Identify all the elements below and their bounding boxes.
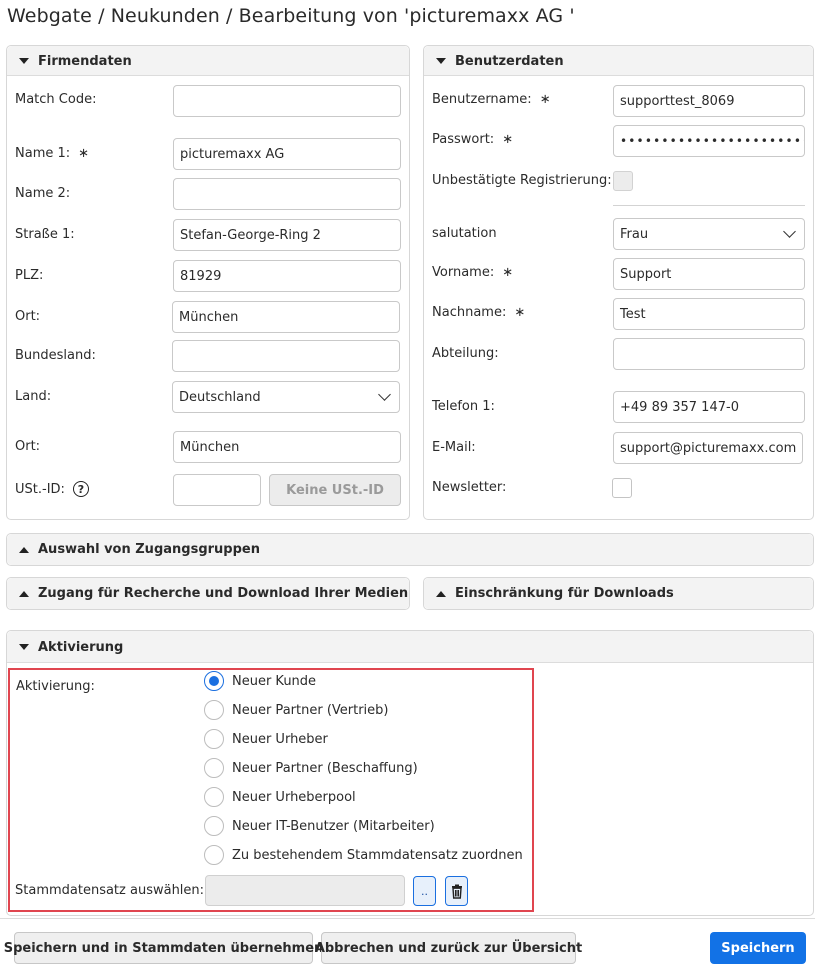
radio-label: Neuer Partner (Beschaffung) bbox=[232, 761, 418, 776]
benutzerdaten-header[interactable]: Benutzerdaten bbox=[424, 46, 813, 76]
passwort-label: Passwort: ∗ bbox=[432, 132, 514, 147]
aktivierung-header[interactable]: Aktivierung bbox=[7, 631, 813, 663]
email-label: E-Mail: bbox=[432, 440, 476, 455]
benutzername-input[interactable]: supporttest_8069 bbox=[613, 85, 805, 117]
bundesland-input[interactable] bbox=[172, 340, 400, 372]
land-label: Land: bbox=[15, 389, 52, 404]
delete-button[interactable] bbox=[445, 876, 468, 906]
telefon-label: Telefon 1: bbox=[432, 399, 495, 414]
land-value: Deutschland bbox=[179, 389, 261, 405]
salutation-label: salutation bbox=[432, 226, 497, 241]
aktivierung-label: Aktivierung: bbox=[16, 679, 95, 694]
required-icon: ∗ bbox=[502, 265, 514, 280]
collapse-arrow-icon bbox=[436, 58, 446, 64]
land-select[interactable]: Deutschland bbox=[172, 381, 400, 413]
ort2-label: Ort: bbox=[15, 439, 41, 454]
required-icon: ∗ bbox=[502, 132, 514, 147]
match-code-label: Match Code: bbox=[15, 92, 97, 107]
radio-label: Neuer Kunde bbox=[232, 674, 317, 689]
stammdaten-label: Stammdatensatz auswählen: bbox=[15, 883, 205, 898]
firmendaten-title: Firmendaten bbox=[38, 53, 132, 69]
email-input[interactable]: support@picturemaxx.com bbox=[613, 432, 803, 464]
expand-arrow-icon bbox=[19, 546, 29, 553]
match-code-input[interactable] bbox=[173, 85, 401, 117]
radio-neuer-partner-vertrieb[interactable] bbox=[204, 700, 224, 720]
help-icon[interactable]: ? bbox=[73, 481, 89, 497]
recherche-header[interactable]: Zugang für Recherche und Download Ihrer … bbox=[7, 578, 409, 609]
firmendaten-header[interactable]: Firmendaten bbox=[7, 46, 409, 76]
bundesland-label: Bundesland: bbox=[15, 348, 96, 363]
abteilung-input[interactable] bbox=[613, 338, 805, 370]
einschraenkung-title: Einschränkung für Downloads bbox=[455, 586, 674, 601]
zugangsgruppen-panel[interactable]: Auswahl von Zugangsgruppen bbox=[6, 533, 814, 566]
zugangsgruppen-title: Auswahl von Zugangsgruppen bbox=[38, 542, 260, 557]
required-icon: ∗ bbox=[539, 92, 551, 107]
zugangsgruppen-header[interactable]: Auswahl von Zugangsgruppen bbox=[7, 534, 813, 565]
vorname-label: Vorname: ∗ bbox=[432, 265, 514, 280]
telefon-input[interactable]: +49 89 357 147-0 bbox=[613, 391, 805, 423]
plz-label: PLZ: bbox=[15, 268, 44, 283]
cancel-button[interactable]: Abbrechen und zurück zur Übersicht bbox=[315, 932, 582, 964]
ort-input[interactable]: München bbox=[172, 301, 400, 333]
radio-neuer-urheber[interactable] bbox=[204, 729, 224, 749]
strasse-input[interactable]: Stefan-George-Ring 2 bbox=[173, 219, 401, 251]
page-title: Webgate / Neukunden / Bearbeitung von 'p… bbox=[7, 5, 575, 27]
save-button[interactable]: Speichern bbox=[710, 932, 806, 964]
vorname-input[interactable]: Support bbox=[613, 258, 805, 290]
benutzername-label: Benutzername: ∗ bbox=[432, 92, 551, 107]
name1-label: Name 1: ∗ bbox=[15, 146, 90, 161]
expand-arrow-icon bbox=[19, 590, 29, 597]
chevron-down-icon bbox=[378, 388, 391, 401]
strasse-label: Straße 1: bbox=[15, 227, 75, 242]
unbestaetigt-label: Unbestätigte Registrierung: bbox=[432, 173, 612, 188]
unbestaetigt-checkbox[interactable] bbox=[613, 171, 633, 191]
nachname-input[interactable]: Test bbox=[613, 298, 805, 330]
radio-label: Neuer IT-Benutzer (Mitarbeiter) bbox=[232, 819, 435, 834]
collapse-arrow-icon bbox=[19, 644, 29, 650]
radio-label: Neuer Urheber bbox=[232, 732, 328, 747]
ort2-input[interactable]: München bbox=[173, 431, 401, 463]
recherche-title: Zugang für Recherche und Download Ihrer … bbox=[38, 586, 409, 601]
passwort-input[interactable]: ••••••••••••••••••••••••• bbox=[613, 125, 805, 157]
browse-button[interactable]: .. bbox=[413, 876, 436, 906]
divider bbox=[613, 205, 805, 206]
name2-input[interactable] bbox=[173, 178, 401, 210]
expand-arrow-icon bbox=[436, 590, 446, 597]
radio-neuer-it-benutzer[interactable] bbox=[204, 816, 224, 836]
plz-input[interactable]: 81929 bbox=[173, 260, 401, 292]
chevron-down-icon bbox=[783, 225, 796, 238]
radio-neuer-kunde[interactable] bbox=[204, 671, 224, 691]
einschraenkung-panel[interactable]: Einschränkung für Downloads bbox=[423, 577, 814, 610]
salutation-value: Frau bbox=[620, 226, 649, 242]
radio-neuer-urheberpool[interactable] bbox=[204, 787, 224, 807]
radio-label: Neuer Partner (Vertrieb) bbox=[232, 703, 389, 718]
collapse-arrow-icon bbox=[19, 58, 29, 64]
name2-label: Name 2: bbox=[15, 186, 71, 201]
benutzerdaten-title: Benutzerdaten bbox=[455, 53, 564, 69]
newsletter-label: Newsletter: bbox=[432, 480, 507, 495]
radio-stammdatensatz-zuordnen[interactable] bbox=[204, 845, 224, 865]
required-icon: ∗ bbox=[514, 305, 526, 320]
recherche-panel[interactable]: Zugang für Recherche und Download Ihrer … bbox=[6, 577, 410, 610]
salutation-select[interactable]: Frau bbox=[613, 218, 805, 250]
ust-label: USt.-ID: bbox=[15, 482, 65, 497]
trash-icon bbox=[451, 884, 462, 899]
newsletter-checkbox[interactable] bbox=[612, 478, 632, 498]
ort-label: Ort: bbox=[15, 309, 41, 324]
radio-neuer-partner-beschaffung[interactable] bbox=[204, 758, 224, 778]
save-master-button[interactable]: Speichern und in Stammdaten übernehmen bbox=[4, 932, 323, 964]
keine-ust-button[interactable]: Keine USt.-ID bbox=[269, 474, 401, 506]
ust-input[interactable] bbox=[173, 474, 261, 506]
radio-label: Neuer Urheberpool bbox=[232, 790, 356, 805]
stammdaten-input[interactable] bbox=[205, 875, 405, 906]
radio-label: Zu bestehendem Stammdatensatz zuordnen bbox=[232, 848, 523, 863]
abteilung-label: Abteilung: bbox=[432, 346, 499, 361]
required-icon: ∗ bbox=[78, 146, 90, 161]
nachname-label: Nachname: ∗ bbox=[432, 305, 526, 320]
einschraenkung-header[interactable]: Einschränkung für Downloads bbox=[424, 578, 813, 609]
name1-input[interactable]: picturemaxx AG bbox=[173, 138, 401, 170]
aktivierung-title: Aktivierung bbox=[38, 639, 124, 655]
